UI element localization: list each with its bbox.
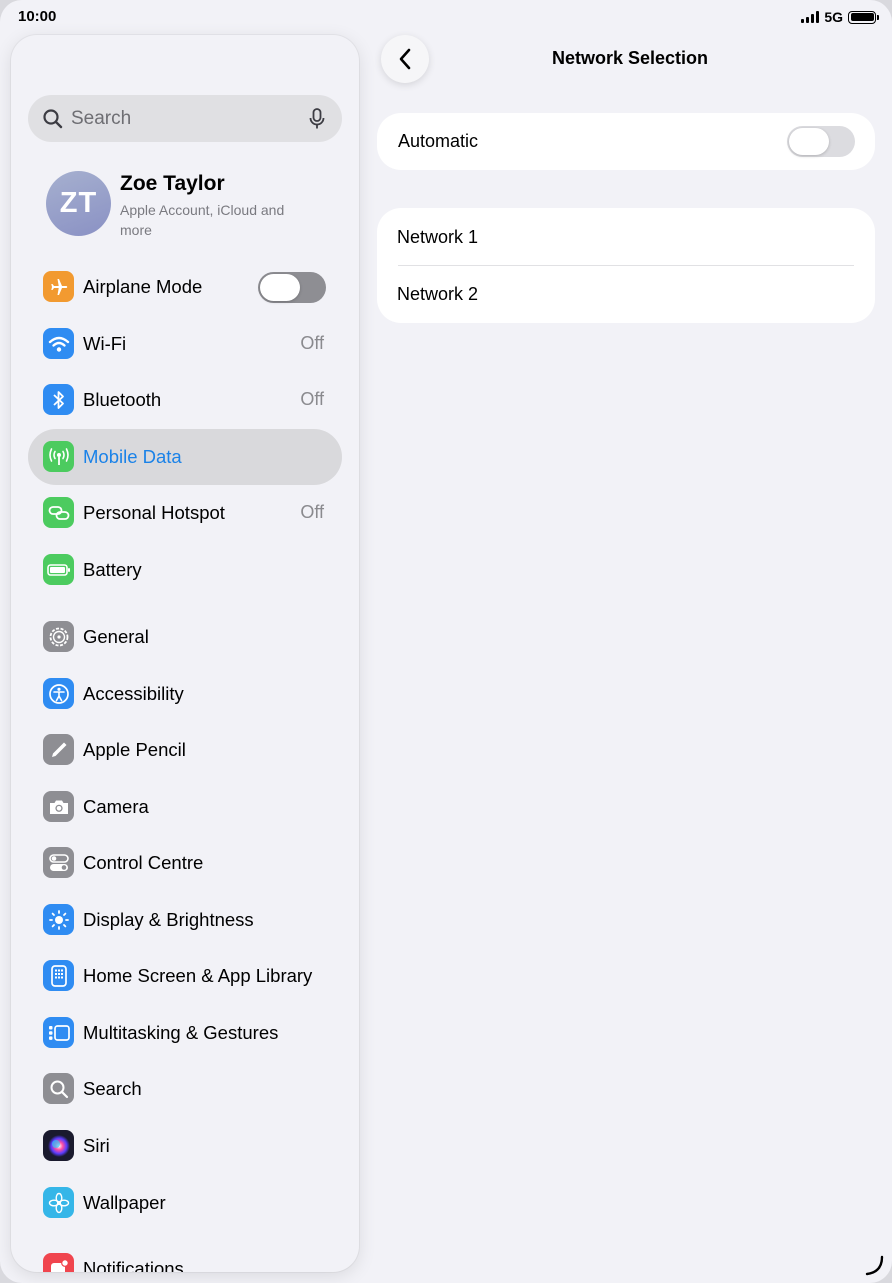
status-indicators: 5G [801,9,879,25]
antenna-icon [43,441,74,472]
search-placeholder: Search [71,108,132,129]
sidebar-item-label: Apple Pencil [83,739,186,760]
siri-icon [43,1130,74,1161]
camera-icon [43,791,74,822]
microphone-icon[interactable] [309,108,325,130]
status-bar: 10:00 5G [0,0,892,34]
sidebar-item-label: Airplane Mode [83,276,203,297]
networks-card: Network 1 Network 2 [377,208,875,323]
settings-sidebar: Search ZT Zoe Taylor Apple Account, iClo… [11,35,359,1272]
sidebar-item-label: General [83,626,149,647]
profile-name: Zoe Taylor [120,172,225,195]
home-screen-icon [43,960,74,991]
sidebar-item-display-brightness[interactable]: Display & Brightness [28,892,342,948]
airplane-mode-toggle[interactable] [258,272,326,303]
bluetooth-icon [43,384,74,415]
sidebar-item-label: Control Centre [83,852,204,873]
sidebar-item-label: Personal Hotspot [83,502,225,523]
sidebar-item-search[interactable]: Search [28,1061,342,1117]
sidebar-item-label: Accessibility [83,683,184,704]
hotspot-status: Off [300,502,324,522]
page-title: Network Selection [552,48,709,68]
account-profile[interactable]: ZT Zoe Taylor Apple Account, iCloud and … [46,171,336,241]
battery-icon [43,554,74,585]
sidebar-item-label: Home Screen & App Library [83,965,313,986]
search-field[interactable]: Search [28,95,342,142]
corner-indicator-icon [865,1255,884,1276]
sidebar-item-label: Siri [83,1135,110,1156]
cellular-signal-icon [801,11,820,23]
sidebar-item-label: Mobile Data [83,446,182,467]
network-row[interactable]: Network 2 [377,266,875,323]
sidebar-item-control-centre[interactable]: Control Centre [28,835,342,891]
search-icon [43,1073,74,1104]
sidebar-item-bluetooth[interactable]: Bluetooth Off [28,372,342,428]
sidebar-item-label: Wi-Fi [83,333,127,354]
magnifier-icon [43,109,63,129]
avatar: ZT [46,171,111,236]
sidebar-item-mobile-data[interactable]: Mobile Data [28,429,342,485]
wifi-status: Off [300,333,324,353]
status-time: 10:00 [18,8,57,25]
sidebar-item-label: Battery [83,559,142,580]
sidebar-item-label: Multitasking & Gestures [83,1022,279,1043]
sidebar-item-label: Camera [83,796,149,817]
sidebar-item-label: Notifications [83,1258,184,1272]
hotspot-icon [43,497,74,528]
wallpaper-icon [43,1187,74,1218]
sidebar-item-label: Wallpaper [83,1192,166,1213]
ipad-screen: 10:00 5G Search ZT Zoe Taylor Apple Acco… [0,0,892,1283]
sidebar-item-notifications[interactable]: Notifications [28,1241,342,1272]
accessibility-icon [43,678,74,709]
back-button[interactable] [381,35,429,83]
battery-status-icon [848,10,879,24]
bluetooth-status: Off [300,389,324,409]
brightness-icon [43,904,74,935]
network-label: Network 1 [397,227,479,247]
gear-icon [43,621,74,652]
sidebar-item-wifi[interactable]: Wi-Fi Off [28,316,342,372]
sidebar-item-label: Bluetooth [83,389,162,410]
chevron-left-icon [399,48,411,70]
sidebar-item-siri[interactable]: Siri [28,1118,342,1174]
airplane-icon [43,271,74,302]
network-label: Network 2 [397,284,479,304]
sidebar-item-accessibility[interactable]: Accessibility [28,666,342,722]
sidebar-item-apple-pencil[interactable]: Apple Pencil [28,722,342,778]
automatic-label: Automatic [398,131,479,151]
sidebar-item-camera[interactable]: Camera [28,779,342,835]
sidebar-item-personal-hotspot[interactable]: Personal Hotspot Off [28,485,342,541]
sidebar-item-airplane-mode[interactable]: Airplane Mode [28,259,342,315]
notifications-icon [43,1253,74,1272]
sidebar-item-general[interactable]: General [28,609,342,665]
sidebar-item-home-screen[interactable]: Home Screen & App Library [28,948,342,1004]
sidebar-item-label: Display & Brightness [83,909,254,930]
profile-subtitle: Apple Account, iCloud and more [120,202,285,238]
sidebar-item-wallpaper[interactable]: Wallpaper [28,1175,342,1231]
multitasking-icon [43,1017,74,1048]
wifi-icon [43,328,74,359]
automatic-card: Automatic [377,113,875,170]
network-type: 5G [824,9,843,25]
sidebar-item-multitasking[interactable]: Multitasking & Gestures [28,1005,342,1061]
pencil-icon [43,734,74,765]
network-row[interactable]: Network 1 [377,208,875,265]
control-centre-icon [43,847,74,878]
sidebar-item-battery[interactable]: Battery [28,542,342,598]
sidebar-item-label: Search [83,1078,142,1099]
automatic-toggle[interactable] [787,126,855,157]
